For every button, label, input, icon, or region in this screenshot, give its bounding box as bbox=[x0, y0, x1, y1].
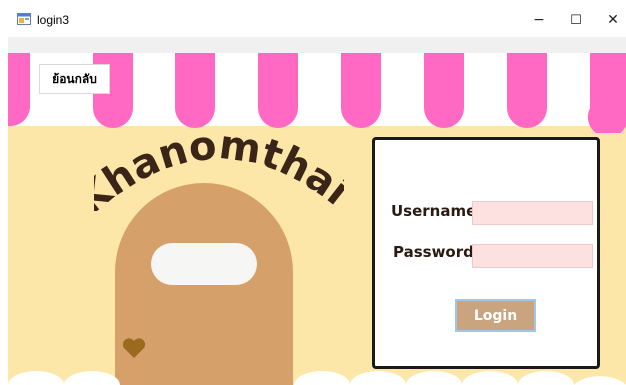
password-input[interactable] bbox=[472, 244, 593, 268]
dessert-highlight bbox=[151, 243, 257, 285]
window-title: login3 bbox=[37, 13, 70, 27]
close-button[interactable]: ✕ bbox=[596, 8, 626, 32]
username-label: Username bbox=[391, 202, 477, 220]
maximize-button[interactable]: ☐ bbox=[559, 8, 593, 32]
app-window-icon bbox=[17, 13, 31, 25]
heart-icon bbox=[122, 338, 146, 358]
back-button[interactable]: ย้อนกลับ bbox=[39, 64, 110, 94]
username-input[interactable] bbox=[472, 201, 593, 225]
form-top-strip bbox=[8, 37, 626, 53]
login-window: login3 − ☐ ✕ ย้อนกลับ Khanomthai. bbox=[8, 0, 626, 385]
login-button[interactable]: Login bbox=[455, 299, 536, 332]
login-panel: Username Password Login bbox=[372, 137, 600, 369]
background-canvas: ย้อนกลับ Khanomthai. Username Password bbox=[8, 53, 626, 385]
title-bar: login3 − ☐ ✕ bbox=[8, 0, 626, 37]
minimize-button[interactable]: − bbox=[522, 8, 556, 32]
password-label: Password bbox=[393, 243, 474, 261]
